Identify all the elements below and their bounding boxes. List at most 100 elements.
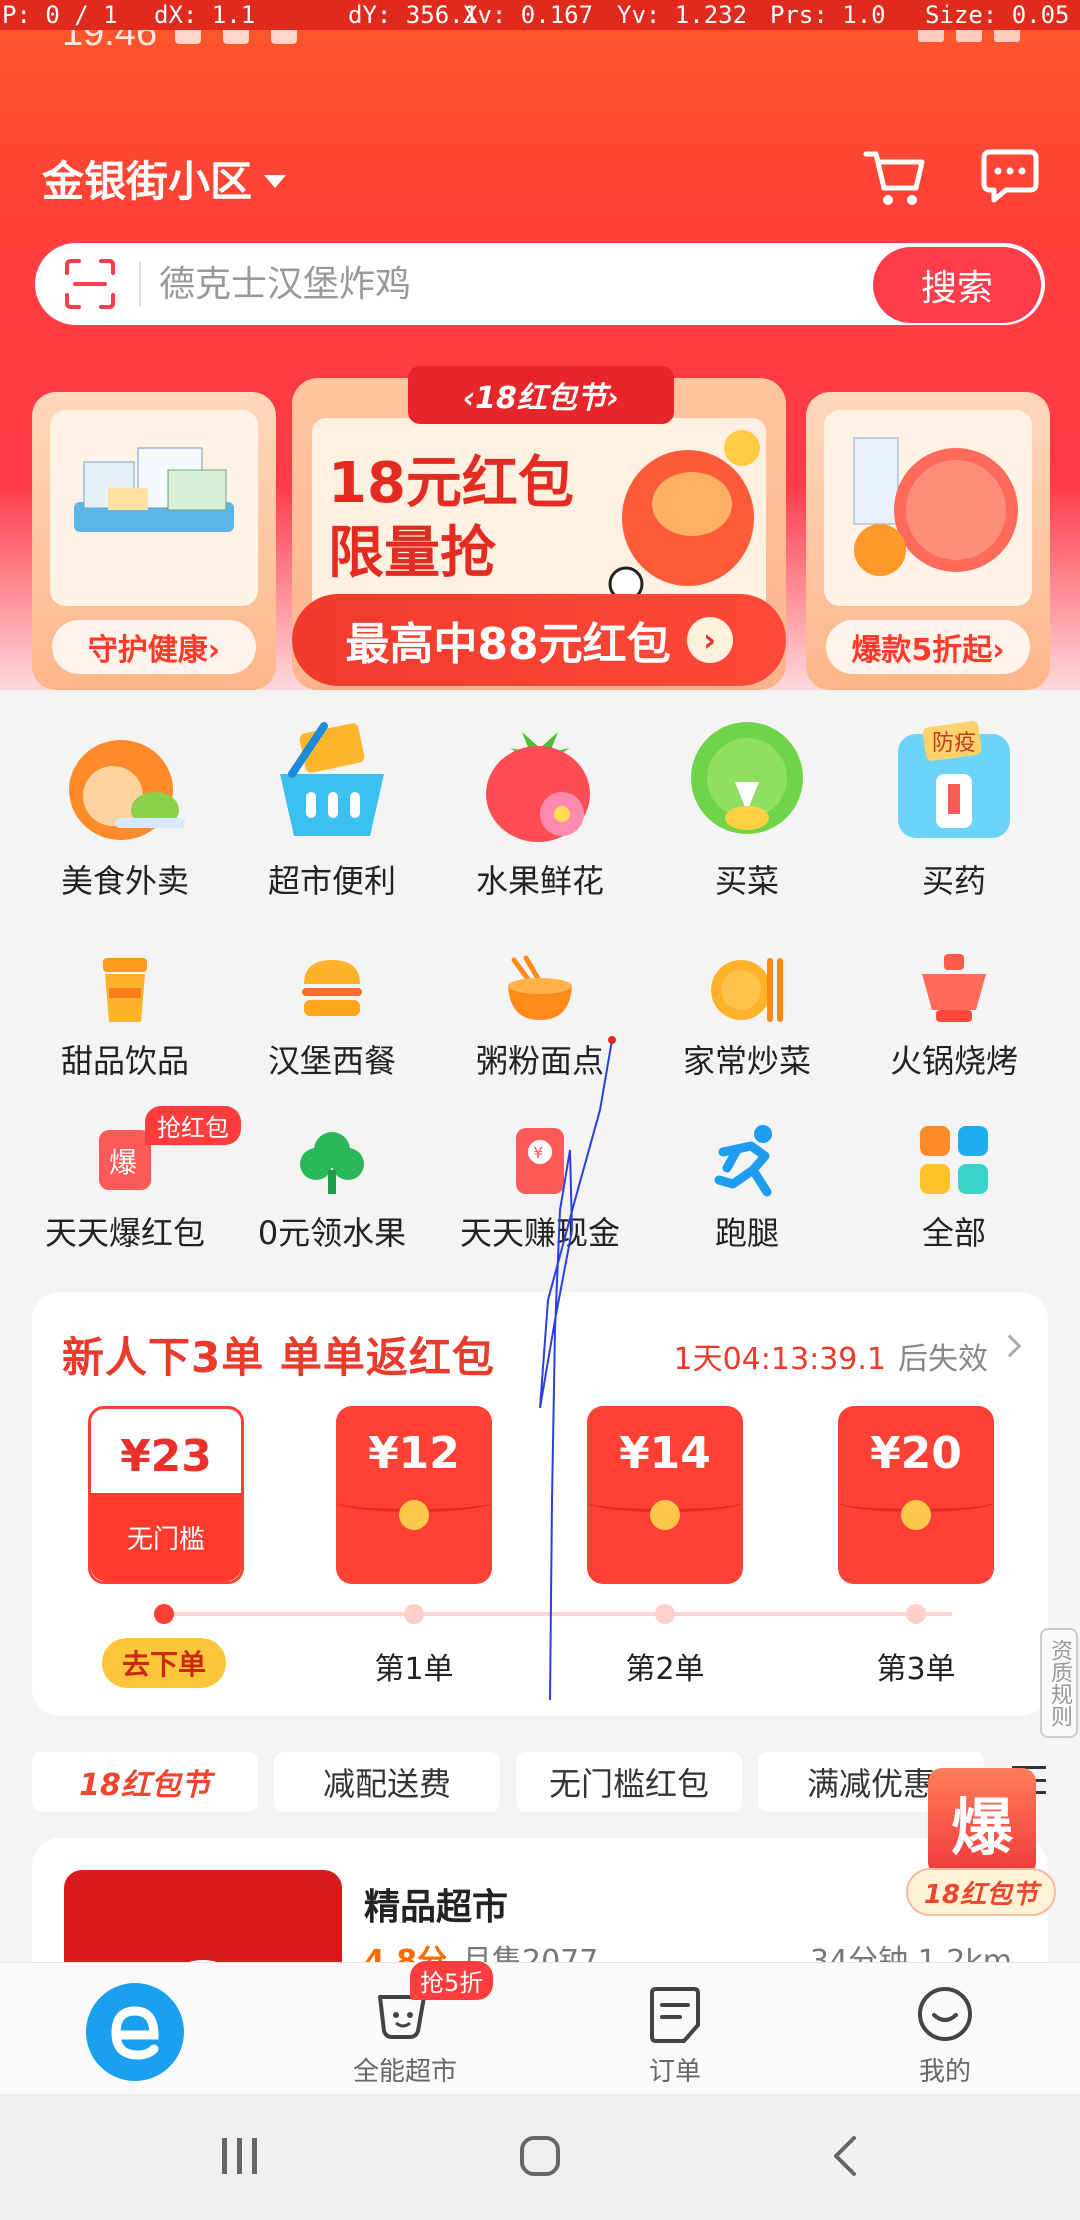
category-label: 家常炒菜 [682,1042,811,1080]
category-medicine[interactable]: 防疫 买药 [854,718,1054,902]
tree-icon [300,1132,364,1194]
category-burgers-western[interactable]: 汉堡西餐 [232,948,432,1082]
banner-cta-button[interactable]: 最高中88元红包 › [292,594,786,686]
banner-headline-2: 限量抢 [328,521,496,586]
countdown-timer[interactable]: 1天04:13:39.1 后失效 [674,1334,988,1378]
category-desserts-drinks[interactable]: 甜品饮品 [25,948,225,1082]
qualification-rules-tab[interactable]: 资质规则 [1040,1628,1078,1738]
category-label: 粥粉面点 [475,1042,604,1080]
home-button-icon[interactable] [518,2134,562,2178]
category-free-fruit[interactable]: 0元领水果 [232,1120,432,1254]
progress-dot [655,1604,675,1624]
category-home-dishes[interactable]: 家常炒菜 [647,948,847,1082]
coin-icon [650,1500,680,1530]
location-selector[interactable]: 金银街小区 [42,148,287,209]
scan-icon[interactable] [63,257,117,311]
burger-icon [302,960,362,1016]
nav-label: 订单 [648,2057,701,2087]
message-icon[interactable] [980,148,1040,206]
nav-label: 全能超市 [352,2057,457,2087]
category-fruit-flowers[interactable]: 水果鲜花 [440,718,640,902]
discount-banner[interactable]: 爆款5折起› [806,392,1050,690]
health-banner[interactable]: 守护健康› [32,392,276,690]
half-price-tag: 抢5折 [410,1961,494,2000]
tab-no-threshold-packet[interactable]: 无门槛红包 [516,1752,742,1812]
hotpot-icon [922,954,986,1022]
floating-promo-label: 18红包节 [906,1868,1056,1916]
category-label: 天天赚现金 [459,1214,620,1252]
red-packet-coupon[interactable]: ¥23 无门槛 [88,1406,244,1584]
step-label: 第3单 [876,1652,956,1687]
chevron-right-icon[interactable] [998,1334,1022,1358]
category-label: 买菜 [714,862,779,900]
category-groceries[interactable]: 买菜 [647,718,847,902]
category-earn-cash[interactable]: ¥ 天天赚现金 [440,1120,640,1254]
category-daily-red-packet[interactable]: 爆 抢红包 天天爆红包 [25,1106,241,1254]
progress-dot [404,1604,424,1624]
category-label: 超市便利 [267,862,396,900]
store-name: 精品超市 [364,1887,509,1928]
strawberry-icon [486,732,590,842]
category-label: 买药 [921,862,986,900]
red-packet-coupon[interactable]: ¥14 [587,1406,743,1584]
grab-red-packet-tag: 抢红包 [145,1106,241,1145]
cart-icon[interactable] [862,148,926,210]
category-supermarket[interactable]: 超市便利 [232,718,432,902]
search-bar: 搜索 [32,240,1048,328]
pointer-debug-overlay: P: 0 / 1 dX: 1.1 dY: 356.1 Xv: 0.167 Yv:… [0,0,1080,30]
grapefruit-image [824,410,1032,606]
burst-icon: 爆 [928,1768,1036,1876]
category-label: 全部 [921,1214,986,1252]
nav-orders[interactable]: 订单 [540,1963,810,2095]
nav-label: 我的 [918,2057,971,2087]
chevron-right-icon: › [686,617,733,663]
caret-down-icon [264,175,287,188]
category-label: 汉堡西餐 [267,1042,396,1080]
svg-text:爆: 爆 [109,1146,137,1179]
category-label: 火锅烧烤 [889,1042,1018,1080]
debug-yv: Yv: 1.232 [617,1,748,29]
cash-envelope-icon: ¥ [516,1128,564,1194]
search-button[interactable]: 搜索 [873,247,1041,323]
category-all[interactable]: 全部 [854,1120,1054,1254]
coupon-condition: 无门槛 [91,1493,241,1581]
svg-text:¥: ¥ [533,1143,543,1162]
back-icon[interactable] [824,2134,868,2178]
system-navigation-bar [0,2094,1080,2220]
nav-profile[interactable]: 我的 [810,1963,1080,2095]
health-banner-label: 守护健康› [52,620,256,674]
discount-banner-label: 爆款5折起› [826,620,1030,674]
nav-home[interactable] [0,1963,270,2095]
debug-size: Size: 0.05 [925,1,1070,29]
category-label: 天天爆红包 [44,1214,205,1252]
category-food-delivery[interactable]: 美食外卖 [25,718,225,902]
floating-festival-promo[interactable]: 爆 18红包节 [906,1768,1056,1918]
go-order-button[interactable]: 去下单 [102,1638,226,1688]
nav-supermarket[interactable]: 全能超市 [270,1963,540,2095]
vegetable-icon [691,722,803,834]
promo-filter-tabs: 18红包节 减配送费 无门槛红包 满减优惠 [32,1752,984,1812]
new-user-red-packet-card: 新人下3单 单单返红包 1天04:13:39.1 后失效 ¥23 无门槛 ¥12 … [32,1292,1048,1716]
red-packet-coupon[interactable]: ¥20 [838,1406,994,1584]
red-packet-festival-banner[interactable]: ‹18红包节› 18元红包 限量抢 最高中88元红包 › [292,366,786,690]
recent-apps-icon[interactable] [218,2134,262,2178]
tab-reduced-delivery[interactable]: 减配送费 [274,1752,500,1812]
order-icon [650,1987,700,2043]
coupon-amount: ¥20 [870,1428,962,1479]
medicine-kit-icon: 防疫 [898,721,1010,838]
category-hotpot-bbq[interactable]: 火锅烧烤 [854,948,1054,1082]
runner-icon [714,1125,772,1197]
countdown-suffix: 后失效 [898,1342,988,1377]
food-delivery-icon [69,740,185,840]
tab-red-packet-festival[interactable]: 18红包节 [32,1752,258,1812]
step-label: 第1单 [374,1652,454,1687]
coupon-amount: ¥14 [619,1428,711,1479]
category-label: 跑腿 [714,1214,779,1252]
progress-track [164,1612,952,1616]
debug-dy: dY: 356.1 [348,1,479,29]
progress-dot-active [154,1604,174,1624]
category-grid: 美食外卖 超市便利 水果鲜花 买菜 防疫 买药 甜品饮品 汉堡西餐 粥粉面点 家… [0,690,1080,1270]
category-errand[interactable]: 跑腿 [647,1120,847,1254]
category-noodles-porridge[interactable]: 粥粉面点 [440,948,640,1082]
red-packet-coupon[interactable]: ¥12 [336,1406,492,1584]
